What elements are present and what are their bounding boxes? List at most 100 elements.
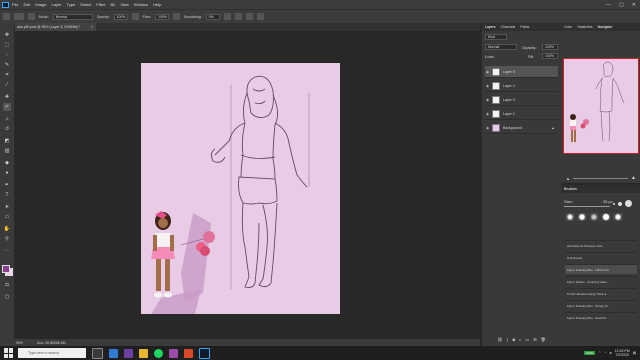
dodge-icon[interactable]: ●	[3, 169, 11, 177]
wifi-icon[interactable]: ◔	[604, 351, 606, 355]
taskbar-search-box[interactable]: Type here to search	[18, 348, 86, 358]
angle-icon[interactable]	[234, 13, 242, 20]
marquee-icon[interactable]: ⬚	[3, 41, 11, 49]
tab-paths[interactable]: Paths	[520, 25, 529, 29]
quick-select-icon[interactable]: ✎	[3, 61, 11, 69]
flow-field[interactable]: 100%	[154, 13, 169, 20]
visibility-eye-icon[interactable]: ◉	[485, 112, 490, 116]
link-layers-icon[interactable]: ⛓︎	[497, 337, 502, 342]
menu-help[interactable]: Help	[153, 2, 161, 7]
battery-indicator[interactable]: 100%	[583, 351, 596, 355]
layer-kind-filter[interactable]: Kind	[485, 34, 507, 40]
fill-field[interactable]: 100%	[542, 53, 558, 59]
brush-preset-thumb[interactable]	[565, 213, 575, 221]
menu-filter[interactable]: Filter	[96, 2, 105, 7]
layer-row[interactable]: ◉ Background 🔒︎	[485, 122, 558, 134]
layer-opacity-field[interactable]: 100%	[542, 44, 558, 50]
menu-3d[interactable]: 3D	[110, 2, 115, 7]
task-view-icon[interactable]	[92, 347, 103, 359]
menu-view[interactable]: View	[120, 2, 129, 7]
zoom-level[interactable]: 95%	[16, 341, 23, 345]
airbrush-icon[interactable]	[172, 13, 180, 20]
menu-select[interactable]: Select	[80, 2, 91, 7]
new-group-icon[interactable]: ▭	[525, 337, 529, 342]
layer-row[interactable]: ◉ Layer 4	[485, 80, 558, 92]
tab-navigator[interactable]: Navigator	[598, 25, 613, 29]
rectangle-icon[interactable]: ▭	[3, 213, 11, 221]
close-button[interactable]: ✕	[632, 2, 636, 8]
crop-icon[interactable]: ⌗	[3, 71, 11, 79]
brush-icon[interactable]: ✐	[3, 103, 11, 111]
tab-color[interactable]: Color	[564, 25, 572, 29]
mode-select[interactable]: Normal	[52, 13, 93, 20]
menu-window[interactable]: Window	[134, 2, 148, 7]
zoom-out-icon[interactable]: ▲	[566, 176, 570, 181]
tab-layers[interactable]: Layers	[485, 25, 496, 29]
smoothing-field[interactable]: 0%	[205, 13, 220, 20]
symmetry-icon[interactable]	[256, 13, 264, 20]
brush-list-item[interactable]: Kyle's Drawing Box - HB Pencil	[565, 264, 637, 274]
gear-icon[interactable]	[223, 13, 231, 20]
history-brush-icon[interactable]: ↺	[3, 125, 11, 133]
zoom-icon[interactable]: ⚲	[3, 235, 11, 243]
hand-icon[interactable]: ✋	[3, 225, 11, 233]
brush-preset-thumb[interactable]	[601, 213, 611, 221]
brush-settings-icon[interactable]	[28, 13, 35, 20]
zoom-in-icon[interactable]: ▲	[631, 175, 636, 181]
windows-start-icon[interactable]	[4, 348, 14, 358]
menu-type[interactable]: Type	[67, 2, 76, 7]
file-explorer-icon[interactable]	[139, 348, 148, 358]
type-icon[interactable]: T	[3, 191, 11, 199]
brush-tip-medium[interactable]	[618, 202, 622, 206]
minimize-button[interactable]: —	[606, 2, 611, 8]
brush-tip-small[interactable]	[613, 203, 615, 205]
notifications-icon[interactable]: ▤	[633, 351, 636, 355]
adjustment-layer-icon[interactable]: ◐	[519, 337, 521, 342]
visibility-eye-icon[interactable]: ◉	[485, 98, 490, 102]
premiere-icon[interactable]	[124, 348, 133, 358]
brush-list-item[interactable]: Hard Round Pressure Size	[565, 240, 637, 250]
eraser-icon[interactable]: ◩	[3, 137, 11, 145]
brush-list-item[interactable]: Kyle's Drawing Box - Real Pe...	[565, 312, 637, 322]
brush-list-item[interactable]: KYLE Ultimate Inking Thick &...	[565, 288, 637, 298]
brush-preset-thumb[interactable]	[577, 213, 587, 221]
delete-layer-icon[interactable]: 🗑︎	[541, 337, 546, 342]
pressure-opacity-icon[interactable]	[131, 13, 139, 20]
visibility-eye-icon[interactable]: ◉	[485, 70, 490, 74]
brush-list-item[interactable]: Kyle's Inkbox - Amazing Carto...	[565, 276, 637, 286]
move-icon[interactable]: ✥	[3, 31, 11, 39]
photoshop-taskbar-icon[interactable]	[199, 347, 210, 359]
navigator-preview[interactable]	[563, 58, 639, 154]
size-slider[interactable]	[564, 206, 610, 207]
maximize-button[interactable]: ▢	[619, 2, 624, 8]
layer-row[interactable]: ◉ Layer 2	[485, 108, 558, 120]
eyedropper-icon[interactable]: ⁄	[3, 81, 11, 89]
close-tab-icon[interactable]: ×	[91, 25, 93, 29]
blur-icon[interactable]: ◆	[3, 159, 11, 167]
path-select-icon[interactable]: ➤	[3, 203, 11, 211]
layer-row[interactable]: ◉ Layer 3	[485, 94, 558, 106]
document-canvas[interactable]	[141, 63, 340, 314]
brush-preset-icon[interactable]	[14, 13, 24, 20]
stamp-icon[interactable]: ⊥	[3, 115, 11, 123]
chevron-up-icon[interactable]: ⌃	[598, 351, 601, 355]
screen-mode-icon[interactable]: ▢	[3, 293, 11, 301]
blend-mode-select[interactable]: Normal	[485, 44, 517, 50]
more-tools-icon[interactable]: ⋯	[3, 247, 11, 255]
menu-file[interactable]: File	[12, 2, 18, 7]
illustrator-icon[interactable]	[184, 348, 193, 358]
opacity-field[interactable]: 100%	[113, 13, 128, 20]
brush-list-item[interactable]: Kyle's Drawing Box - Shady St...	[565, 300, 637, 310]
visibility-eye-icon[interactable]: ◉	[485, 84, 490, 88]
new-layer-icon[interactable]: ⊞	[533, 337, 536, 342]
brush-preset-thumb[interactable]	[589, 213, 599, 221]
quick-mask-icon[interactable]: ◘	[3, 281, 11, 289]
add-mask-icon[interactable]: ◙	[513, 337, 515, 342]
app-icon[interactable]	[169, 348, 178, 358]
brush-tip-large[interactable]	[625, 200, 632, 207]
menu-edit[interactable]: Edit	[23, 2, 30, 7]
layer-row[interactable]: ◉ Layer 5	[485, 66, 558, 78]
gradient-icon[interactable]: ▥	[3, 147, 11, 155]
spotify-icon[interactable]	[154, 348, 163, 358]
document-tab[interactable]: ase-y5h.psd @ 95% (Layer 3, RGB/8#) * ×	[14, 23, 96, 31]
